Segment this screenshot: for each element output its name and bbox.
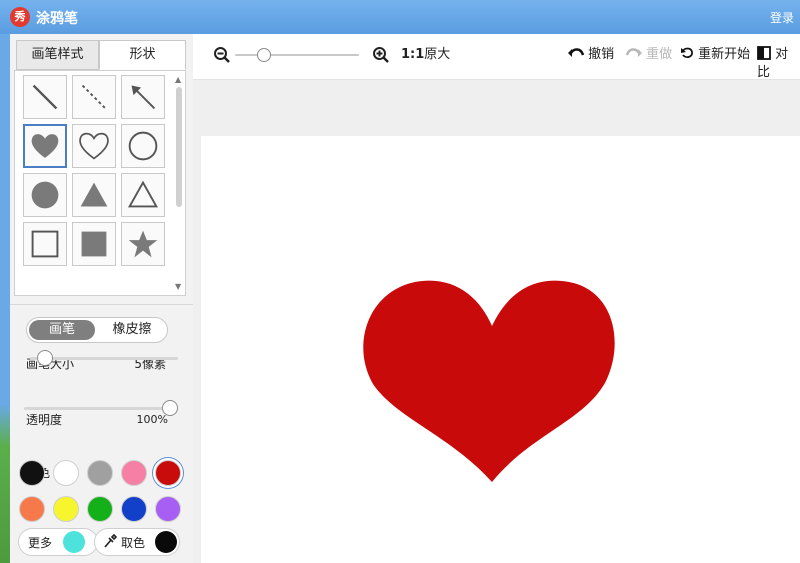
undo-icon bbox=[568, 48, 585, 57]
title-bar: 秀 涂鸦笔 登录 bbox=[0, 0, 800, 34]
triangle-filled-icon bbox=[80, 182, 108, 207]
redo-label: 重做 bbox=[646, 47, 673, 62]
opacity-track bbox=[24, 407, 178, 410]
redo-button[interactable]: 重做 bbox=[625, 46, 673, 64]
shape-square-filled-button[interactable] bbox=[72, 222, 116, 266]
color-swatch[interactable] bbox=[87, 460, 113, 486]
shape-circle-outline-button[interactable] bbox=[121, 124, 165, 168]
shape-triangle-outline-button[interactable] bbox=[121, 173, 165, 217]
left-panel: 画笔样式 形状 ▲ ▼ 画笔 橡皮擦 5像素 透明度 100% bbox=[10, 34, 193, 563]
zoom-in-icon[interactable] bbox=[372, 46, 390, 70]
heart-outline-icon bbox=[79, 132, 109, 160]
color-swatch[interactable] bbox=[19, 460, 45, 486]
shape-picker: ▲ ▼ bbox=[14, 70, 186, 296]
heart-filled-icon bbox=[31, 134, 59, 158]
more-colors-button[interactable]: 更多 bbox=[18, 528, 98, 556]
zoom-track bbox=[235, 54, 359, 56]
tab-brush-style[interactable]: 画笔样式 bbox=[16, 40, 99, 70]
star-icon bbox=[128, 230, 158, 258]
color-swatch[interactable] bbox=[155, 460, 181, 486]
shape-triangle-filled-button[interactable] bbox=[72, 173, 116, 217]
brush-size-knob[interactable] bbox=[36, 350, 53, 366]
undo-button[interactable]: 撤销 bbox=[568, 46, 614, 64]
app-logo-icon: 秀 bbox=[10, 7, 30, 27]
desktop-edge bbox=[0, 34, 10, 563]
compare-button[interactable]: 对比 bbox=[757, 46, 800, 82]
zoom-out-icon[interactable] bbox=[213, 46, 231, 70]
shape-square-outline-button[interactable] bbox=[23, 222, 67, 266]
tab-bar: 画笔样式 形状 bbox=[16, 40, 186, 70]
shape-heart-filled-button[interactable] bbox=[23, 124, 67, 168]
triangle-outline-icon bbox=[128, 180, 158, 208]
color-swatch[interactable] bbox=[155, 496, 181, 522]
color-picker-label: 取色 bbox=[121, 536, 146, 550]
color-swatch[interactable] bbox=[121, 496, 147, 522]
actual-size-button[interactable]: 1:1原大 bbox=[401, 46, 450, 64]
brush-size-slider[interactable] bbox=[30, 350, 178, 366]
zoom-slider[interactable] bbox=[235, 47, 359, 63]
color-swatch[interactable] bbox=[53, 496, 79, 522]
color-swatch[interactable] bbox=[53, 460, 79, 486]
zoom-knob[interactable] bbox=[257, 48, 271, 62]
compare-icon bbox=[757, 46, 771, 60]
color-swatch[interactable] bbox=[121, 460, 147, 486]
shape-dashed-line-button[interactable] bbox=[72, 75, 116, 119]
restart-button[interactable]: 重新开始 bbox=[680, 46, 750, 64]
actual-size-label: 原大 bbox=[424, 47, 451, 62]
eraser-mode-button[interactable]: 橡皮擦 bbox=[99, 320, 165, 340]
more-colors-label: 更多 bbox=[28, 536, 53, 550]
shape-star-button[interactable] bbox=[121, 222, 165, 266]
redo-icon bbox=[625, 48, 642, 57]
arrow-icon bbox=[131, 85, 156, 110]
opacity-knob[interactable] bbox=[162, 400, 178, 416]
square-filled-icon bbox=[81, 231, 107, 257]
tab-shapes[interactable]: 形状 bbox=[99, 40, 186, 70]
restart-label: 重新开始 bbox=[698, 47, 751, 62]
circle-outline-icon bbox=[128, 131, 158, 161]
square-outline-icon bbox=[31, 230, 59, 258]
color-picker-button[interactable]: 取色 bbox=[94, 528, 180, 556]
undo-label: 撤销 bbox=[588, 47, 615, 62]
picked-color-swatch bbox=[155, 531, 177, 553]
drawn-heart bbox=[363, 280, 615, 482]
circle-filled-icon bbox=[31, 181, 59, 209]
login-link[interactable]: 登录 bbox=[770, 9, 794, 26]
drawing-canvas[interactable] bbox=[201, 136, 800, 563]
eyedropper-icon bbox=[103, 533, 118, 553]
shape-circle-filled-button[interactable] bbox=[23, 173, 67, 217]
divider bbox=[10, 304, 193, 305]
scroll-thumb[interactable] bbox=[176, 87, 182, 207]
line-icon bbox=[32, 84, 58, 110]
more-color-swatch bbox=[63, 531, 85, 553]
shape-arrow-button[interactable] bbox=[121, 75, 165, 119]
pen-mode-button[interactable]: 画笔 bbox=[29, 320, 95, 340]
shape-heart-outline-button[interactable] bbox=[72, 124, 116, 168]
scroll-down-icon[interactable]: ▼ bbox=[175, 282, 181, 291]
opacity-slider[interactable] bbox=[24, 400, 178, 416]
shape-line-button[interactable] bbox=[23, 75, 67, 119]
color-swatch[interactable] bbox=[87, 496, 113, 522]
mode-toggle: 画笔 橡皮擦 bbox=[26, 317, 168, 343]
scroll-up-icon[interactable]: ▲ bbox=[175, 75, 181, 84]
color-swatch[interactable] bbox=[19, 496, 45, 522]
work-area bbox=[193, 80, 800, 563]
dashed-line-icon bbox=[81, 84, 107, 110]
restart-icon bbox=[681, 47, 693, 59]
actual-size-ratio: 1:1 bbox=[401, 47, 425, 62]
app-title: 涂鸦笔 bbox=[36, 11, 78, 27]
shape-scrollbar[interactable]: ▲ ▼ bbox=[175, 75, 183, 291]
toolbar: 1:1原大 撤销 重做 重新开始 对比 bbox=[193, 34, 800, 80]
